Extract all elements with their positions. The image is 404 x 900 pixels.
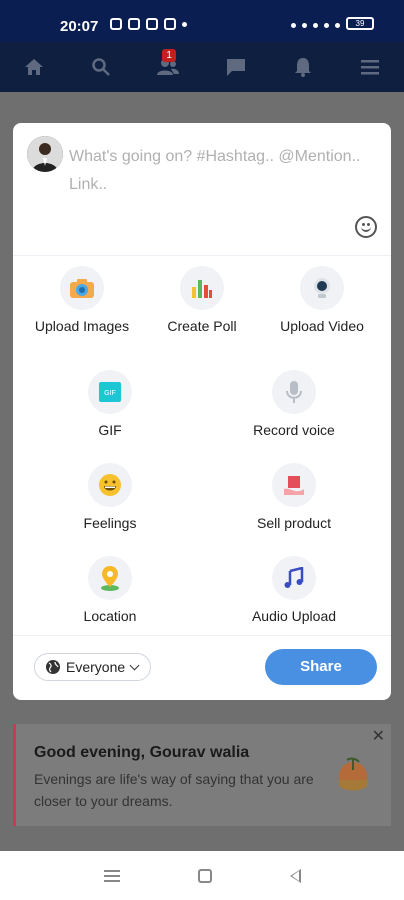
recent-apps-icon[interactable]	[103, 869, 120, 882]
emoji-picker-icon[interactable]	[355, 216, 377, 238]
poll-icon	[180, 266, 224, 310]
nav-notifications[interactable]	[283, 47, 323, 87]
feelings-button[interactable]: Feelings	[55, 463, 165, 531]
notification-icon	[110, 18, 122, 30]
wifi-icon	[324, 23, 329, 28]
menu-icon	[361, 60, 380, 75]
chat-icon	[226, 59, 245, 76]
whatsapp-icon	[128, 18, 140, 30]
more-dot-icon	[182, 22, 187, 27]
telegram-icon	[146, 18, 158, 30]
status-time: 20:07	[60, 18, 99, 35]
svg-text:GIF: GIF	[104, 390, 116, 397]
camera-icon	[60, 266, 104, 310]
record-voice-button[interactable]: Record voice	[239, 370, 349, 438]
back-icon[interactable]	[289, 868, 301, 883]
gif-button[interactable]: GIF GIF	[55, 370, 165, 438]
home-button-icon[interactable]	[197, 868, 212, 883]
divider	[13, 255, 391, 256]
alarm-icon	[291, 23, 296, 28]
top-nav-bar: 1	[0, 42, 404, 92]
nav-menu[interactable]	[350, 47, 390, 87]
battery-icon: 39	[346, 17, 374, 30]
post-text-input[interactable]	[69, 143, 369, 203]
nav-home[interactable]	[14, 47, 54, 87]
nav-search[interactable]	[81, 47, 121, 87]
close-icon[interactable]: ✕	[372, 726, 385, 746]
home-icon	[24, 59, 43, 75]
location-button[interactable]: Location	[55, 556, 165, 624]
bell-icon	[294, 58, 311, 77]
post-composer-dialog: Upload Images Create Poll Upload Video G…	[13, 123, 391, 700]
audio-upload-button[interactable]: Audio Upload	[239, 556, 349, 624]
upload-video-button[interactable]: Upload Video	[267, 266, 377, 334]
create-poll-button[interactable]: Create Poll	[147, 266, 257, 334]
call-icon	[335, 23, 340, 28]
notification-icons	[110, 18, 187, 30]
smile-emoji-icon	[88, 463, 132, 507]
video-icon	[300, 266, 344, 310]
friends-badge: 1	[162, 49, 176, 62]
greeting-text: Evenings are life's way of saying that y…	[34, 771, 314, 809]
music-note-icon	[272, 556, 316, 600]
greeting-card: Good evening, Gourav walia Evenings are …	[13, 724, 391, 826]
gif-icon: GIF	[88, 370, 132, 414]
sell-product-button[interactable]: Sell product	[239, 463, 349, 531]
sunset-icon	[339, 757, 367, 791]
privacy-label: Everyone	[66, 659, 126, 675]
system-nav-bar	[0, 851, 404, 900]
upload-images-button[interactable]: Upload Images	[27, 266, 137, 334]
user-photo-icon	[27, 136, 63, 172]
app-icon	[164, 18, 176, 30]
globe-icon	[46, 660, 60, 674]
location-pin-icon	[88, 556, 132, 600]
search-icon	[92, 58, 110, 76]
avatar	[27, 136, 63, 172]
divider	[13, 635, 391, 636]
system-icons: 39	[291, 17, 374, 30]
microphone-icon	[272, 370, 316, 414]
chevron-down-icon	[129, 660, 140, 670]
share-button[interactable]: Share	[265, 649, 377, 685]
greeting-title: Good evening, Gourav walia	[34, 744, 250, 761]
bluetooth-icon	[313, 23, 318, 28]
nfc-icon	[302, 23, 307, 28]
nav-messages[interactable]	[216, 47, 256, 87]
product-icon	[272, 463, 316, 507]
privacy-selector[interactable]: Everyone	[34, 653, 151, 681]
nav-friends[interactable]: 1	[148, 47, 188, 87]
status-bar: 20:07 39	[0, 0, 404, 42]
